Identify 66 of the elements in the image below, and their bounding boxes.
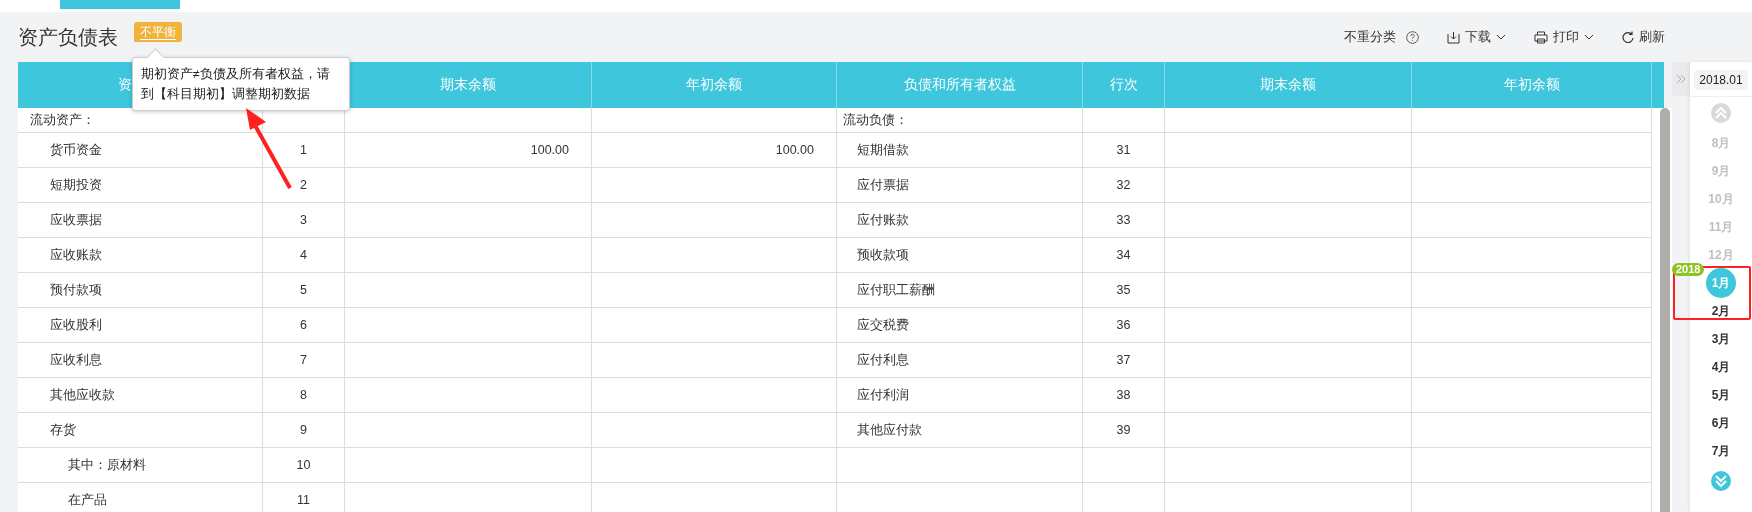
download-button[interactable]: 下载: [1447, 28, 1506, 46]
print-button[interactable]: 打印: [1534, 28, 1594, 46]
toggle-label: 不重分类: [1344, 28, 1396, 46]
amount: 100.00: [530, 143, 569, 157]
column-header: 期末余额: [1260, 76, 1316, 94]
month-item[interactable]: 7月: [1711, 442, 1731, 460]
line-number: 9: [300, 423, 307, 437]
item-name: 应付职工薪酬: [857, 281, 935, 299]
column-header: 期末余额: [440, 76, 496, 94]
page-title: 资产负债表: [18, 24, 118, 50]
line-number: 5: [300, 283, 307, 297]
item-name: 存货: [50, 421, 76, 439]
item-name: 应付利润: [857, 386, 909, 404]
column-header: 行次: [1109, 76, 1138, 94]
item-name: 在产品: [68, 491, 107, 509]
amount: 100.00: [775, 143, 814, 157]
line-number: 34: [1116, 248, 1131, 262]
item-name: 应交税费: [857, 316, 909, 334]
month-item[interactable]: 2月: [1711, 302, 1731, 320]
item-name: 短期投资: [50, 176, 102, 194]
item-name: 其他应收款: [50, 386, 115, 404]
line-number: 10: [296, 458, 311, 472]
item-name: 应付票据: [857, 176, 909, 194]
tooltip-text: 期初资产≠负债及所有者权益，请: [141, 66, 331, 83]
column-header: 负债和所有者权益: [903, 76, 1016, 94]
line-number: 3: [300, 213, 307, 227]
item-name: 应付利息: [857, 351, 909, 369]
item-name: 应付账款: [857, 211, 909, 229]
line-number: 36: [1116, 318, 1131, 332]
item-name: 其他应付款: [857, 421, 922, 439]
line-number: 32: [1116, 178, 1131, 192]
line-number: 37: [1116, 353, 1131, 367]
line-number: 1: [300, 143, 307, 157]
refresh-button[interactable]: 刷新: [1622, 28, 1665, 46]
item-name: 应收账款: [50, 246, 102, 264]
item-name: 应收股利: [50, 316, 102, 334]
item-name: 货币资金: [50, 141, 102, 159]
line-number: 38: [1116, 388, 1131, 402]
column-header: 年初余额: [1503, 76, 1560, 94]
tooltip-text: 到【科目期初】调整期初数据: [141, 86, 311, 103]
item-name: 流动资产：: [30, 111, 95, 129]
month-item[interactable]: 4月: [1711, 358, 1731, 376]
column-header: 资: [118, 76, 132, 94]
item-name: 流动负债：: [843, 111, 908, 129]
line-number: 11: [297, 493, 310, 507]
item-name: 应收票据: [50, 211, 102, 229]
item-name: 预付款项: [50, 281, 102, 299]
line-number: 6: [300, 318, 307, 332]
line-number: 4: [300, 248, 307, 262]
line-number: 31: [1116, 143, 1131, 157]
line-number: 7: [300, 353, 307, 367]
month-item[interactable]: 3月: [1711, 330, 1731, 348]
item-name: 其中：原材料: [68, 456, 146, 474]
item-name: 短期借款: [857, 141, 909, 159]
line-number: 33: [1116, 213, 1131, 227]
line-number: 8: [300, 388, 307, 402]
line-number: 39: [1116, 423, 1131, 437]
year-badge: 2018: [1672, 263, 1705, 276]
line-number: 2: [300, 178, 307, 192]
item-name: 预收款项: [857, 246, 909, 264]
item-name: 应收利息: [50, 351, 102, 369]
column-header: 年初余额: [686, 76, 742, 94]
line-number: 35: [1116, 283, 1131, 297]
period-label: 2018.01: [1694, 70, 1748, 90]
month-item[interactable]: 5月: [1711, 386, 1731, 404]
month-item[interactable]: 6月: [1711, 414, 1731, 432]
